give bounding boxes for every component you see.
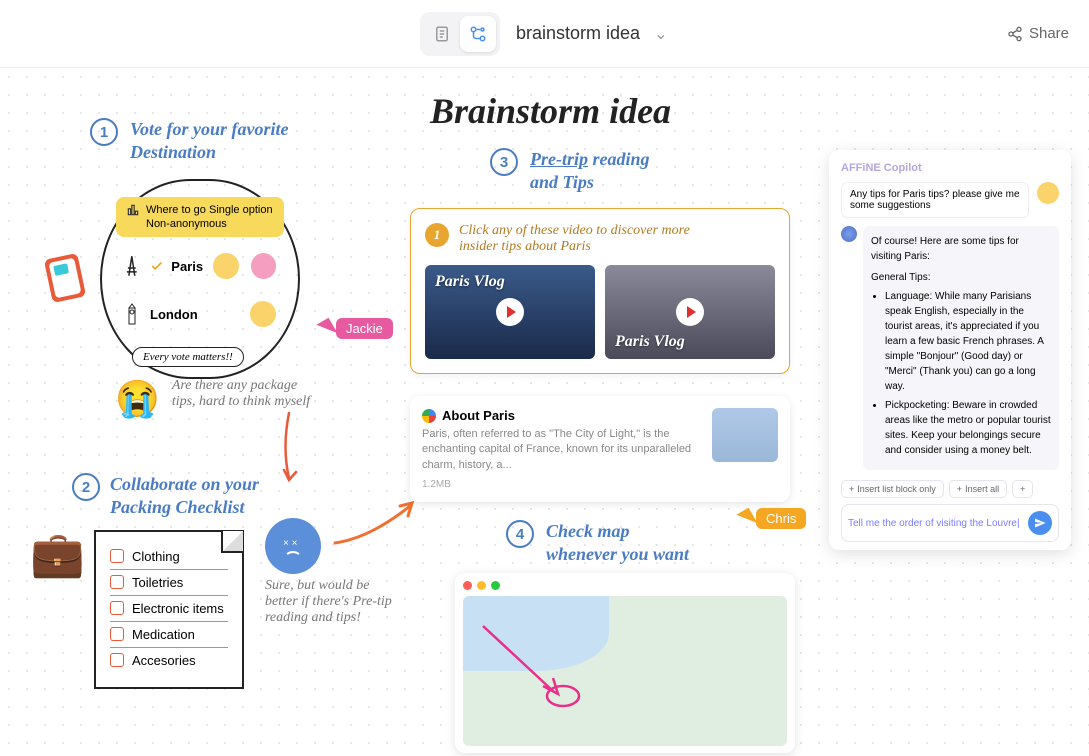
- whiteboard-mode-button[interactable]: [460, 16, 496, 52]
- avatar: [249, 251, 278, 281]
- briefcase-icon: 💼: [30, 528, 85, 580]
- list-item[interactable]: Medication: [110, 622, 228, 648]
- section-3-heading: Pre-trip reading and Tips: [530, 148, 650, 195]
- poll-footer: Every vote matters!!: [132, 347, 244, 367]
- comment-crying: 😭 Are there any package tips, hard to th…: [115, 378, 352, 420]
- copilot-input-wrap: [841, 504, 1059, 542]
- about-thumbnail: [712, 408, 778, 462]
- document-icon: [433, 25, 451, 43]
- ai-message: Of course! Here are some tips for visiti…: [863, 226, 1059, 470]
- mindmap-icon: [469, 25, 487, 43]
- map-image[interactable]: [463, 596, 787, 746]
- checkbox-icon[interactable]: [110, 549, 124, 563]
- poll-option-paris[interactable]: Paris: [116, 247, 284, 285]
- chevron-down-icon[interactable]: ⌄: [654, 24, 667, 44]
- cursor-pointer-icon: [316, 317, 337, 340]
- map-widget[interactable]: [455, 573, 795, 753]
- app-header: brainstorm idea ⌄ Share: [0, 0, 1089, 68]
- checkbox-icon[interactable]: [110, 575, 124, 589]
- play-icon[interactable]: [496, 298, 524, 326]
- mode-switcher: [420, 12, 500, 56]
- section-number-3: 3: [490, 148, 518, 176]
- poll-header: Where to go Single option Non-anonymous: [116, 197, 284, 238]
- list-item[interactable]: Clothing: [110, 544, 228, 570]
- insert-all-chip[interactable]: +Insert all: [949, 480, 1007, 498]
- avatar: [1037, 182, 1059, 204]
- dizzy-face-icon: × ×: [265, 518, 321, 574]
- section-number-1: 1: [90, 118, 118, 146]
- about-paris-card[interactable]: About Paris Paris, often referred to as …: [410, 396, 790, 502]
- checkbox-icon[interactable]: [110, 601, 124, 615]
- checkbox-icon[interactable]: [110, 653, 124, 667]
- send-button[interactable]: [1028, 511, 1052, 535]
- share-icon: [1007, 26, 1023, 42]
- checkbox-icon[interactable]: [110, 627, 124, 641]
- insert-list-chip[interactable]: +Insert list block only: [841, 480, 944, 498]
- section-2-heading: Collaborate on your Packing Checklist: [110, 473, 259, 520]
- video-thumbnail-2[interactable]: Paris Vlog: [605, 265, 775, 359]
- whiteboard-canvas[interactable]: Brainstorm idea 1 Vote for your favorite…: [0, 68, 1089, 756]
- hint-number: 1: [425, 223, 449, 247]
- big-ben-icon: [122, 302, 142, 326]
- crying-emoji-icon: 😭: [115, 378, 160, 420]
- section-4-heading: Check map whenever you want: [546, 520, 689, 567]
- doc-mode-button[interactable]: [424, 16, 460, 52]
- map-route-arrow: [473, 616, 603, 716]
- document-title[interactable]: brainstorm idea: [516, 23, 640, 44]
- copilot-title: AFFiNE Copilot: [841, 162, 1059, 174]
- ai-icon: [841, 226, 857, 242]
- comment-dizzy: Sure, but would be better if there's Pre…: [265, 578, 425, 626]
- poll-widget[interactable]: Where to go Single option Non-anonymous …: [100, 179, 300, 380]
- list-item[interactable]: Electronic items: [110, 596, 228, 622]
- chart-icon: [126, 203, 140, 217]
- video-card-widget[interactable]: 1 Click any of these video to discover m…: [410, 208, 790, 374]
- section-number-4: 4: [506, 520, 534, 548]
- section-pretrip: 3 Pre-trip reading and Tips: [490, 148, 800, 195]
- window-controls: [463, 581, 787, 590]
- more-chip[interactable]: +: [1012, 480, 1033, 498]
- share-button[interactable]: Share: [1007, 25, 1069, 42]
- arrow-curve-icon: [330, 498, 420, 548]
- google-icon: [422, 409, 436, 423]
- eiffel-tower-icon: [122, 254, 142, 278]
- list-item[interactable]: Accesories: [110, 648, 228, 673]
- poll-option-london[interactable]: London: [116, 295, 284, 333]
- copilot-panel: AFFiNE Copilot Any tips for Paris tips? …: [829, 150, 1071, 550]
- user-message: Any tips for Paris tips? please give me …: [841, 182, 1029, 218]
- play-icon[interactable]: [676, 298, 704, 326]
- notebook-icon: [40, 248, 90, 308]
- avatar: [211, 251, 240, 281]
- cursor-pointer-icon: [736, 507, 757, 530]
- send-icon: [1034, 517, 1046, 529]
- page-title: Brainstorm idea: [430, 90, 671, 132]
- section-number-2: 2: [72, 473, 100, 501]
- list-item[interactable]: Toiletries: [110, 570, 228, 596]
- checklist-widget[interactable]: Clothing Toiletries Electronic items Med…: [94, 530, 244, 689]
- copilot-input[interactable]: [848, 518, 1022, 529]
- svg-text:× ×: × ×: [283, 538, 298, 549]
- collaborator-cursor-jackie: Jackie: [320, 318, 393, 339]
- check-icon: [150, 259, 164, 273]
- section-1-heading: Vote for your favorite Destination: [130, 118, 288, 165]
- section-vote: 1 Vote for your favorite Destination Whe…: [90, 118, 400, 379]
- video-thumbnail-1[interactable]: Paris Vlog: [425, 265, 595, 359]
- avatar: [248, 299, 278, 329]
- collaborator-cursor-chris: Chris: [740, 508, 806, 529]
